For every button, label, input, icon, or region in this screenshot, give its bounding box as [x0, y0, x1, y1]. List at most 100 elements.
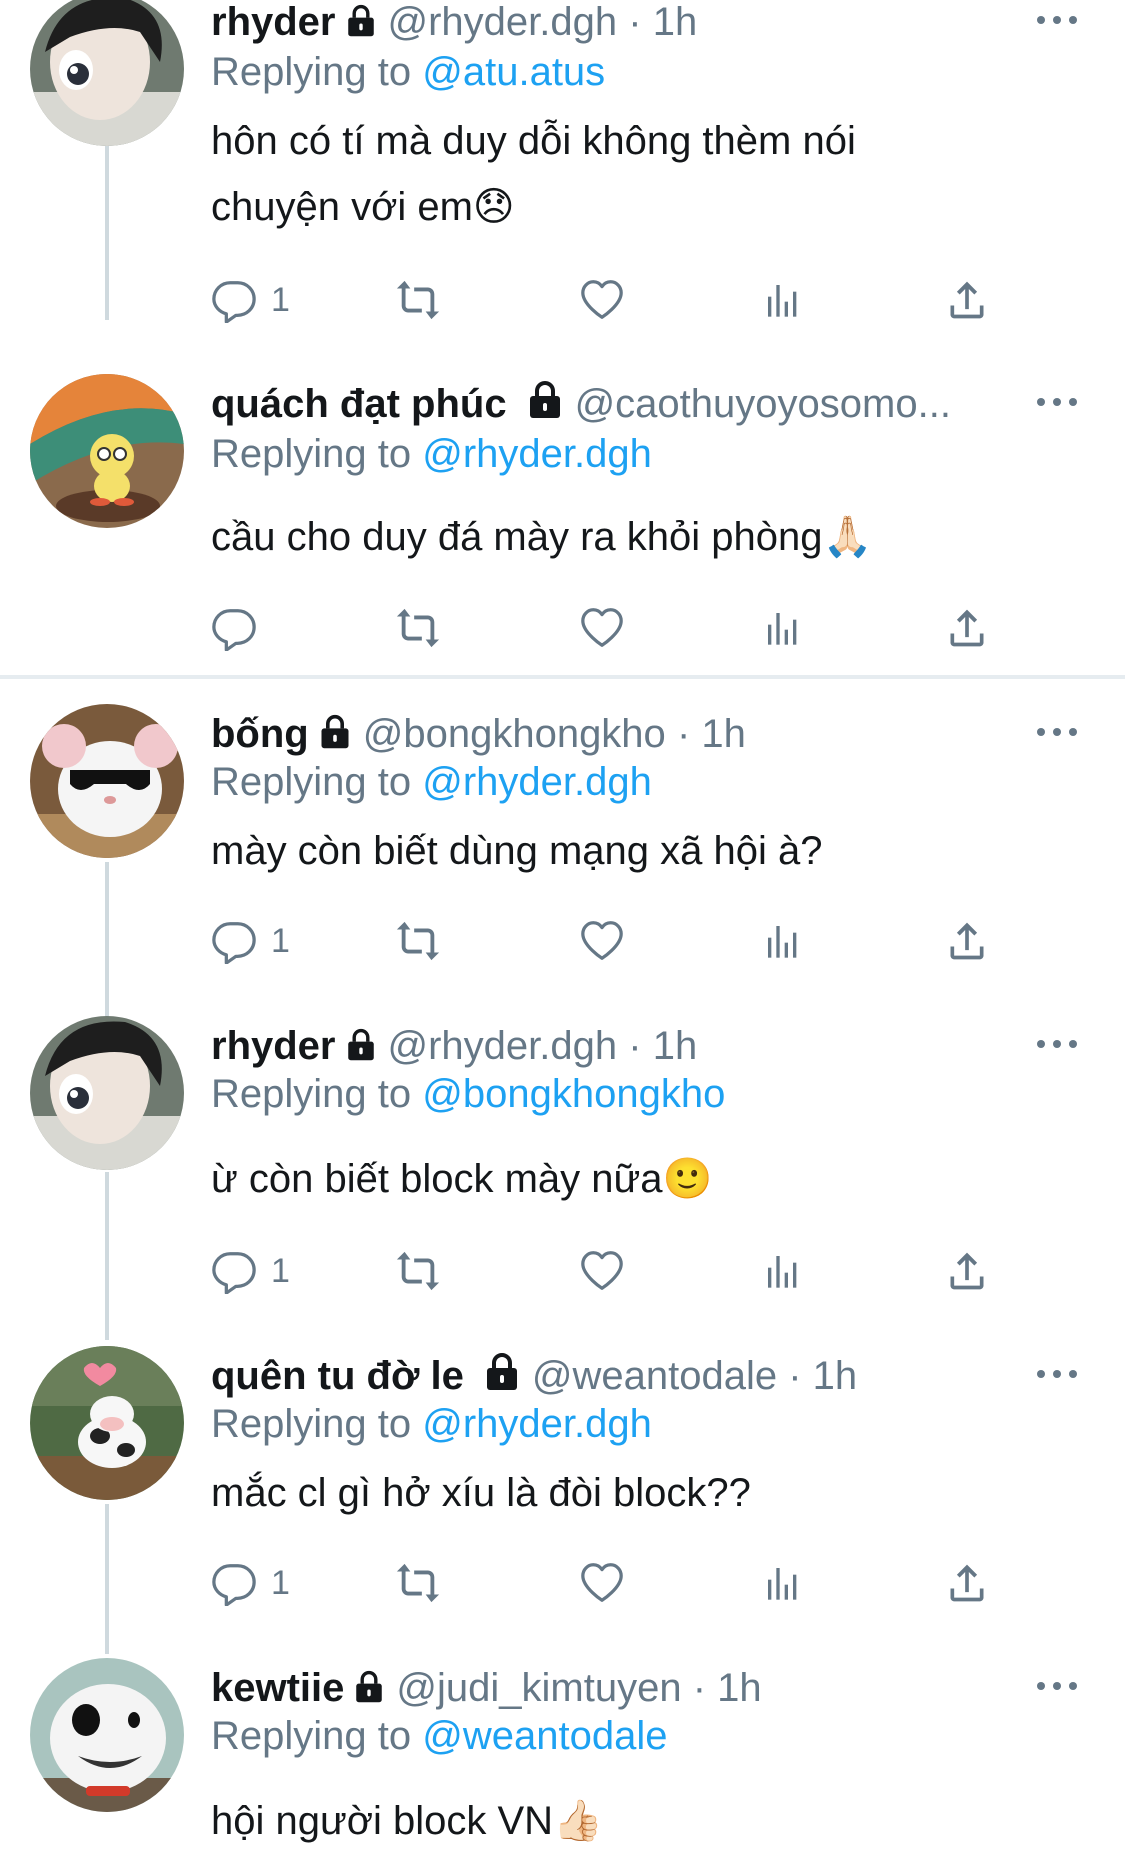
action-bar: 1	[211, 272, 1001, 328]
display-name[interactable]: bống	[211, 712, 309, 756]
user-handle[interactable]: @caothuyoyosomo...	[575, 382, 951, 426]
lock-icon	[525, 380, 565, 420]
avatar-rhyder[interactable]	[30, 1016, 184, 1170]
replying-label: Replying to	[211, 1402, 412, 1446]
lock-icon	[344, 1028, 378, 1062]
retweet-button[interactable]	[393, 913, 443, 969]
mention-link[interactable]: @rhyder.dgh	[422, 432, 652, 476]
mention-link[interactable]: @weantodale	[422, 1714, 667, 1758]
display-name[interactable]: rhyder	[211, 0, 336, 44]
tweet-text: hôn có tí mà duy dỗi không thèm nói chuy…	[211, 108, 1045, 240]
user-handle[interactable]: @judi_kimtuyen	[396, 1666, 681, 1710]
analytics-button[interactable]	[763, 1555, 803, 1611]
like-button[interactable]	[579, 1243, 625, 1299]
display-name[interactable]: quách đạt phúc	[211, 382, 507, 426]
mention-link[interactable]: @bongkhongkho	[422, 1072, 725, 1116]
mention-link[interactable]: @rhyder.dgh	[422, 1402, 652, 1446]
timestamp[interactable]: 1h	[653, 0, 698, 44]
reply-button[interactable]: 1	[211, 1555, 290, 1611]
more-options-icon[interactable]	[1037, 10, 1081, 30]
separator: ·	[676, 712, 691, 756]
avatar-bong[interactable]	[30, 704, 184, 858]
analytics-icon	[763, 1561, 803, 1605]
lock-icon	[482, 1352, 522, 1392]
avatar-quen-tu-do-le[interactable]	[30, 1346, 184, 1500]
replying-label: Replying to	[211, 50, 412, 94]
tweet-header: quách đạt phúc @caothuyoyosomo...	[211, 378, 1005, 430]
like-button[interactable]	[579, 1555, 625, 1611]
user-handle[interactable]: @bongkhongkho	[363, 712, 666, 756]
avatar-kewtiie[interactable]	[30, 1658, 184, 1812]
retweet-button[interactable]	[393, 600, 443, 656]
tweet-text: hội người block VN👍🏻	[211, 1788, 1045, 1854]
timestamp[interactable]: 1h	[813, 1354, 858, 1398]
analytics-button[interactable]	[763, 272, 803, 328]
heart-icon	[579, 277, 625, 323]
retweet-icon	[393, 1560, 443, 1606]
timestamp[interactable]: 1h	[717, 1666, 762, 1710]
reply-icon	[211, 918, 257, 964]
more-options-icon[interactable]	[1037, 392, 1081, 412]
timestamp[interactable]: 1h	[653, 1024, 698, 1068]
reply-icon	[211, 1560, 257, 1606]
reply-count: 1	[271, 1563, 290, 1602]
like-button[interactable]	[579, 913, 625, 969]
reply-count: 1	[271, 280, 290, 319]
share-button[interactable]	[945, 913, 989, 969]
user-handle[interactable]: @rhyder.dgh	[388, 1024, 618, 1068]
tweet-header: rhyder @rhyder.dgh · 1h	[211, 1020, 1005, 1072]
reply-button[interactable]: 1	[211, 1243, 290, 1299]
analytics-button[interactable]	[763, 1243, 803, 1299]
analytics-icon	[763, 919, 803, 963]
display-name[interactable]: rhyder	[211, 1024, 336, 1068]
display-name[interactable]: quên tu đờ le	[211, 1354, 464, 1398]
action-bar	[211, 600, 1001, 656]
avatar-rhyder[interactable]	[30, 0, 184, 146]
analytics-button[interactable]	[763, 600, 803, 656]
tweet-text: mắc cl gì hở xíu là đòi block??	[211, 1460, 1045, 1526]
lock-icon	[317, 714, 353, 750]
retweet-button[interactable]	[393, 272, 443, 328]
reply-count: 1	[271, 921, 290, 960]
lock-icon	[344, 4, 378, 38]
replying-label: Replying to	[211, 760, 412, 804]
more-options-icon[interactable]	[1037, 1034, 1081, 1054]
mention-link[interactable]: @atu.atus	[422, 50, 605, 94]
separator: ·	[628, 0, 642, 44]
reply-icon	[211, 605, 257, 651]
reply-button[interactable]: 1	[211, 913, 290, 969]
conversation-divider	[0, 675, 1125, 679]
retweet-button[interactable]	[393, 1555, 443, 1611]
user-handle[interactable]: @rhyder.dgh	[388, 0, 618, 44]
thread-line	[105, 130, 109, 320]
replying-to: Replying to @rhyder.dgh	[211, 756, 652, 808]
more-options-icon[interactable]	[1037, 1676, 1081, 1696]
share-button[interactable]	[945, 600, 989, 656]
thread-line	[105, 1504, 109, 1654]
replying-to: Replying to @atu.atus	[211, 46, 605, 98]
thread-line	[105, 1172, 109, 1340]
retweet-button[interactable]	[393, 1243, 443, 1299]
share-button[interactable]	[945, 272, 989, 328]
share-icon	[945, 919, 989, 963]
like-button[interactable]	[579, 600, 625, 656]
like-button[interactable]	[579, 272, 625, 328]
reply-button[interactable]	[211, 600, 257, 656]
tweet-header: kewtiie @judi_kimtuyen · 1h	[211, 1662, 1005, 1714]
share-button[interactable]	[945, 1243, 989, 1299]
timestamp[interactable]: 1h	[701, 712, 746, 756]
analytics-button[interactable]	[763, 913, 803, 969]
tweet-text-line: mắc cl gì hở xíu là đòi block??	[211, 1471, 751, 1515]
tweet-text: mày còn biết dùng mạng xã hội à?	[211, 818, 1045, 884]
share-button[interactable]	[945, 1555, 989, 1611]
analytics-icon	[763, 278, 803, 322]
avatar-quach-dat-phuc[interactable]	[30, 374, 184, 528]
reply-button[interactable]: 1	[211, 272, 290, 328]
mention-link[interactable]: @rhyder.dgh	[422, 760, 652, 804]
display-name[interactable]: kewtiie	[211, 1666, 344, 1710]
heart-icon	[579, 918, 625, 964]
more-options-icon[interactable]	[1037, 722, 1081, 742]
separator: ·	[692, 1666, 707, 1710]
user-handle[interactable]: @weantodale	[532, 1354, 777, 1398]
more-options-icon[interactable]	[1037, 1364, 1081, 1384]
